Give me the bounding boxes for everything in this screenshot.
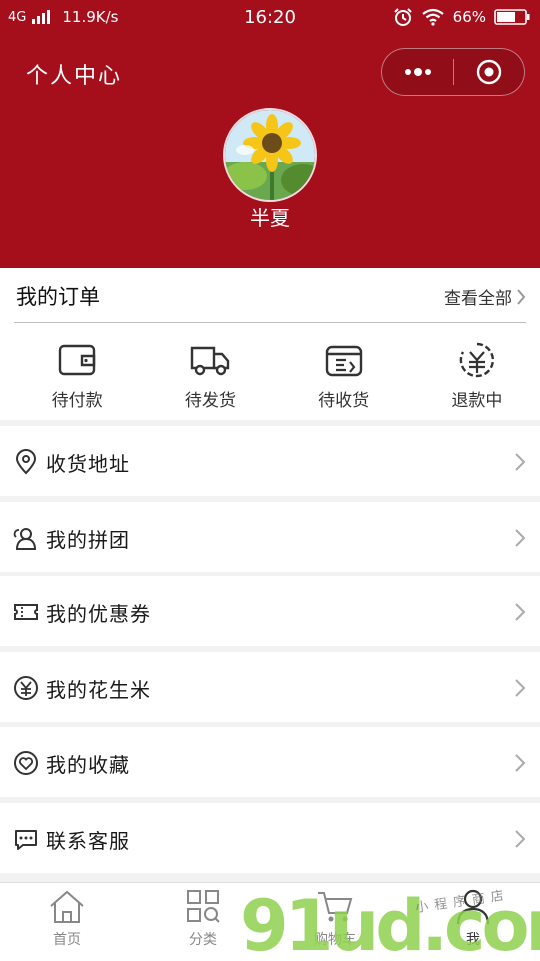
order-pending-receipt[interactable]: 待收货 (281, 336, 407, 416)
wifi-icon (421, 8, 444, 26)
chevron-right-icon (517, 288, 526, 305)
orders-header: 我的订单 查看全部 (14, 268, 526, 323)
menu-row-customer-service[interactable]: 联系客服 (0, 803, 540, 873)
menu-row-address[interactable]: 收货地址 (0, 426, 540, 496)
order-pending-shipment[interactable]: 待发货 (147, 336, 273, 416)
avatar[interactable] (223, 108, 317, 202)
package-icon (325, 345, 362, 377)
user-nickname: 半夏 (250, 206, 290, 230)
order-item-label: 待发货 (184, 391, 236, 411)
tab-label: 首页 (53, 932, 81, 948)
battery-icon (494, 9, 530, 25)
tab-label: 分类 (189, 932, 217, 948)
order-item-label: 待收货 (318, 391, 370, 411)
menu-label: 我的花生米 (46, 678, 151, 702)
menu-row-coupons[interactable]: 我的优惠券 (0, 576, 540, 646)
chevron-right-icon (515, 754, 526, 772)
order-item-label: 退款中 (451, 391, 503, 411)
refund-icon (459, 342, 494, 378)
sunflower-avatar-image (225, 110, 315, 200)
home-icon (50, 890, 84, 923)
menu-label: 我的收藏 (46, 753, 130, 777)
order-status-row: 待付款 待发货 待收货 退款中 (0, 336, 540, 416)
page-title: 个人中心 (26, 64, 123, 89)
chevron-right-icon (515, 679, 526, 697)
status-bar: 4G 11.9K/s 16:20 66% (0, 0, 540, 36)
orders-card: 我的订单 查看全部 待付款 待发货 待收货 退款中 (0, 268, 540, 420)
more-icon[interactable] (400, 61, 436, 83)
chevron-right-icon (515, 529, 526, 547)
tab-category[interactable]: 分类 (158, 889, 248, 949)
order-item-label: 待付款 (51, 391, 103, 411)
battery-percent: 66% (452, 8, 486, 26)
menu-label: 我的优惠券 (46, 602, 151, 626)
chevron-right-icon (515, 830, 526, 848)
wallet-icon (58, 344, 96, 376)
coupon-icon (14, 604, 38, 620)
order-pending-payment[interactable]: 待付款 (14, 336, 140, 416)
profile-header: 个人中心 半夏 (0, 36, 540, 268)
order-refunding[interactable]: 退款中 (414, 336, 540, 416)
menu-label: 我的拼团 (46, 528, 130, 552)
menu-label: 收货地址 (46, 452, 130, 476)
chevron-right-icon (515, 603, 526, 621)
site-watermark: 91ud.com 小程序商店 (240, 888, 540, 960)
close-mini-program-icon[interactable] (476, 59, 502, 85)
truck-icon (191, 346, 230, 376)
chevron-right-icon (515, 453, 526, 471)
category-icon (187, 890, 220, 923)
view-all-label: 查看全部 (444, 289, 512, 309)
yen-circle-icon (14, 676, 38, 700)
orders-title: 我的订单 (16, 285, 100, 309)
mini-program-capsule (381, 48, 525, 96)
view-all-orders-link[interactable]: 查看全部 (444, 284, 526, 309)
menu-label: 联系客服 (46, 829, 130, 853)
group-icon (13, 528, 37, 550)
location-icon (15, 449, 37, 475)
heart-icon (14, 751, 38, 775)
capsule-divider (453, 59, 454, 85)
menu-row-favorites[interactable]: 我的收藏 (0, 727, 540, 797)
status-right: 66% (393, 7, 530, 27)
tab-home[interactable]: 首页 (22, 889, 112, 949)
chat-icon (15, 830, 37, 850)
menu-row-group-buy[interactable]: 我的拼团 (0, 502, 540, 572)
alarm-icon (393, 8, 412, 26)
menu-row-peanuts[interactable]: 我的花生米 (0, 652, 540, 722)
